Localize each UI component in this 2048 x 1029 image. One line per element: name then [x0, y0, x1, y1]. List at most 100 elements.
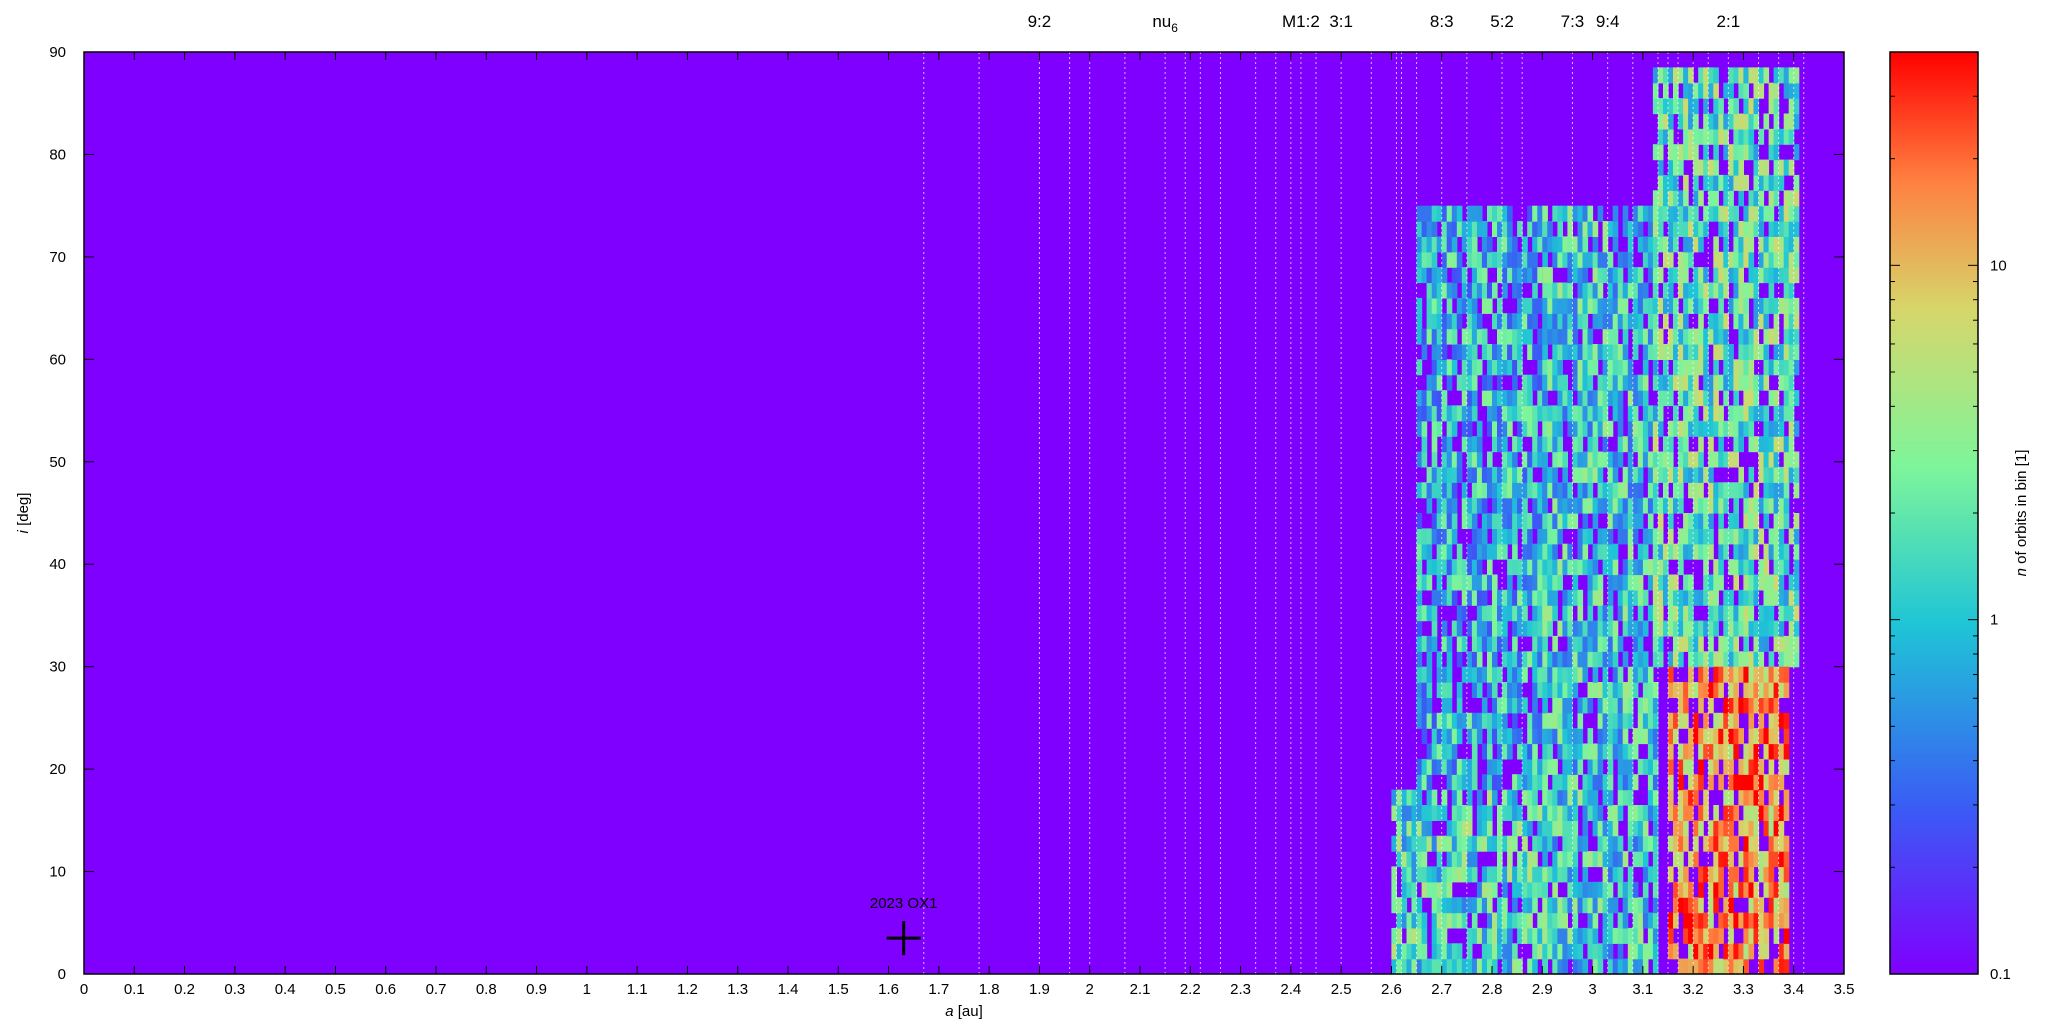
- heatmap-bin: [1502, 436, 1508, 453]
- heatmap-bin: [1622, 328, 1629, 345]
- heatmap-bin: [1673, 712, 1679, 729]
- heatmap-bin: [1582, 451, 1589, 468]
- heatmap-bin: [1768, 267, 1775, 284]
- heatmap-bin: [1693, 482, 1699, 499]
- heatmap-bin: [1708, 620, 1714, 637]
- heatmap-bin: [1708, 651, 1714, 668]
- heatmap-bin: [1788, 98, 1795, 115]
- heatmap-bin: [1607, 758, 1614, 775]
- heatmap-bin: [1527, 927, 1533, 944]
- heatmap-bin: [1607, 466, 1614, 483]
- heatmap-bin: [1532, 682, 1538, 698]
- heatmap-bin: [1698, 897, 1704, 914]
- heatmap-bin: [1562, 912, 1568, 929]
- heatmap-bin: [1552, 728, 1558, 745]
- heatmap-bin: [1637, 835, 1644, 852]
- heatmap-bin: [1713, 405, 1719, 422]
- heatmap-bin: [1587, 743, 1594, 760]
- heatmap-bin: [1466, 820, 1473, 837]
- heatmap-bin: [1456, 221, 1463, 237]
- heatmap-bin: [1597, 682, 1604, 698]
- heatmap-bin: [1743, 528, 1749, 545]
- heatmap-bin: [1512, 497, 1518, 514]
- heatmap-bin: [1783, 943, 1790, 960]
- heatmap-bin: [1572, 881, 1579, 898]
- heatmap-bin: [1713, 682, 1719, 698]
- heatmap-bin: [1597, 574, 1604, 591]
- heatmap-bin: [1788, 313, 1795, 330]
- heatmap-bin: [1718, 98, 1724, 115]
- heatmap-bin: [1547, 513, 1553, 529]
- heatmap-bin: [1678, 835, 1684, 852]
- heatmap-bin: [1642, 897, 1649, 914]
- heatmap-bin: [1673, 313, 1679, 330]
- heatmap-bin: [1728, 451, 1734, 468]
- heatmap-bin: [1542, 482, 1548, 499]
- heatmap-bin: [1436, 927, 1443, 944]
- heatmap-bin: [1743, 866, 1749, 883]
- heatmap-bin: [1678, 190, 1684, 207]
- heatmap-bin: [1502, 267, 1508, 284]
- heatmap-bin: [1748, 559, 1755, 576]
- heatmap-bin: [1587, 436, 1594, 453]
- heatmap-bin: [1607, 820, 1614, 837]
- heatmap-bin: [1718, 728, 1724, 745]
- heatmap-bin: [1587, 651, 1594, 668]
- heatmap-bin: [1743, 851, 1749, 868]
- heatmap-bin: [1577, 205, 1584, 222]
- heatmap-bin: [1753, 82, 1760, 99]
- heatmap-bin: [1783, 958, 1790, 975]
- heatmap-bin: [1637, 589, 1644, 606]
- heatmap-bin: [1592, 236, 1599, 253]
- heatmap-bin: [1657, 128, 1664, 145]
- heatmap-bin: [1466, 651, 1473, 668]
- heatmap-bin: [1552, 789, 1558, 806]
- heatmap-bin: [1622, 743, 1629, 760]
- heatmap-bin: [1592, 543, 1599, 560]
- heatmap-bin: [1713, 897, 1719, 914]
- heatmap-bin: [1507, 513, 1513, 529]
- heatmap-bin: [1572, 682, 1579, 698]
- heatmap-bin: [1617, 682, 1624, 698]
- heatmap-bin: [1723, 912, 1729, 929]
- heatmap-bin: [1557, 820, 1563, 837]
- heatmap-bin: [1471, 466, 1478, 483]
- heatmap-bin: [1547, 528, 1553, 545]
- heatmap-bin: [1527, 866, 1533, 883]
- heatmap-bin: [1728, 620, 1734, 637]
- x-tick-label: 3.4: [1783, 981, 1804, 998]
- heatmap-bin: [1471, 205, 1478, 222]
- heatmap-bin: [1557, 313, 1563, 330]
- heatmap-bin: [1471, 390, 1478, 407]
- heatmap-bin: [1632, 390, 1639, 407]
- heatmap-bin: [1718, 743, 1724, 760]
- heatmap-bin: [1627, 682, 1634, 698]
- heatmap-bin: [1502, 497, 1508, 514]
- heatmap-bin: [1728, 605, 1734, 622]
- heatmap-bin: [1668, 174, 1674, 191]
- heatmap-bin: [1678, 205, 1684, 222]
- heatmap-bin: [1793, 67, 1800, 84]
- heatmap-bin: [1572, 251, 1579, 268]
- heatmap-bin: [1497, 666, 1503, 683]
- heatmap-bin: [1738, 344, 1744, 360]
- heatmap-bin: [1416, 943, 1423, 960]
- heatmap-bin: [1502, 344, 1508, 360]
- heatmap-bin: [1582, 359, 1589, 376]
- heatmap-bin: [1693, 128, 1699, 145]
- heatmap-bin: [1476, 805, 1483, 821]
- heatmap-bin: [1763, 205, 1770, 222]
- heatmap-bin: [1416, 927, 1423, 944]
- heatmap-bin: [1693, 958, 1699, 975]
- x-tick-label: 1.5: [828, 981, 849, 998]
- heatmap-bin: [1567, 482, 1573, 499]
- heatmap-bin: [1401, 866, 1408, 883]
- x-tick-label: 2.5: [1331, 981, 1352, 998]
- heatmap-bin: [1612, 359, 1619, 376]
- heatmap-bin: [1487, 513, 1493, 529]
- heatmap-bin: [1597, 835, 1604, 852]
- heatmap-bin: [1698, 758, 1704, 775]
- heatmap-bin: [1436, 912, 1443, 929]
- heatmap-bin: [1778, 881, 1785, 898]
- heatmap-bin: [1487, 405, 1493, 422]
